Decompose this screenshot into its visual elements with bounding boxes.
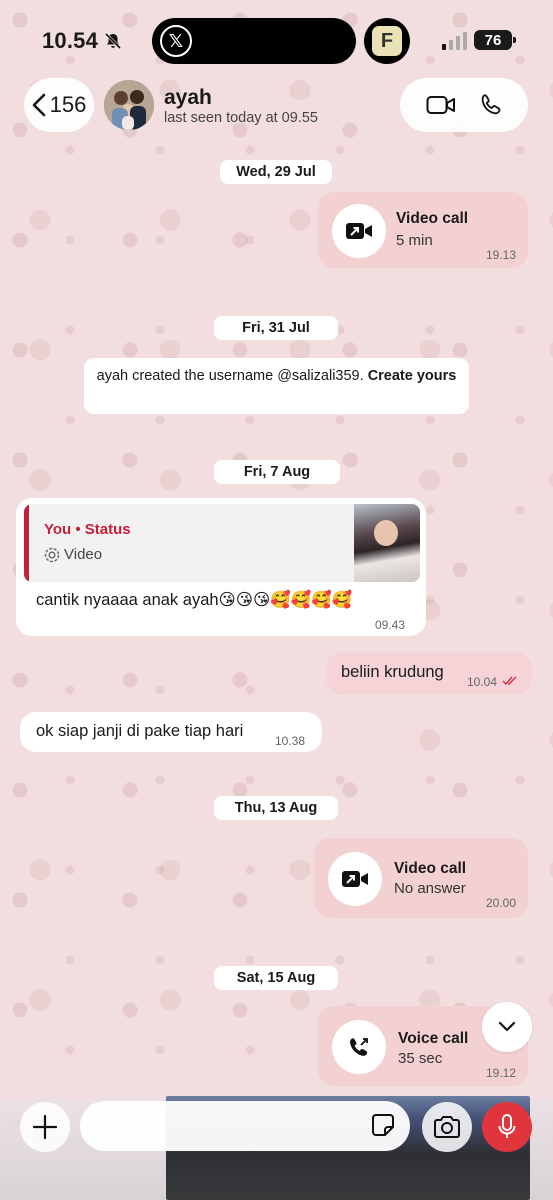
video-call-card[interactable]: Video call No answer 20.00 [314,838,528,918]
status-time: 10.54 [42,28,99,53]
message-time: 10.04 [467,675,498,689]
scroll-to-bottom-button[interactable] [482,1002,532,1052]
voice-call-outgoing-icon [350,1038,368,1056]
message-time: 20.00 [485,896,516,910]
date-chip: Thu, 13 Aug [214,796,338,820]
video-call-outgoing-icon [342,871,368,887]
call-duration: 5 min [396,232,433,249]
unread-count: 156 [49,92,87,117]
message-text: cantik nyaaaa anak ayah😘😘😘🥰🥰🥰🥰 [36,591,353,609]
date-chip: Sat, 15 Aug [214,966,338,990]
sticker-icon[interactable] [370,1112,396,1138]
message-time: 10.38 [275,734,306,748]
camera-icon [434,1116,460,1138]
signal-icon [442,32,467,50]
call-duration: 35 sec [398,1050,443,1067]
bell-muted-icon [104,32,122,50]
avatar-image [104,80,154,130]
call-icon-circle [328,852,382,906]
message-time: 19.13 [485,248,516,262]
voice-call-icon[interactable] [479,93,503,117]
message-time: 19.12 [485,1066,516,1080]
app-icon: F [372,26,402,56]
video-call-card[interactable]: Video call 5 min 19.13 [318,192,528,268]
call-title: Voice call [398,1030,469,1047]
call-actions [400,78,528,132]
status-icon [44,547,60,563]
camera-button[interactable] [422,1102,472,1152]
incoming-message-bubble[interactable]: ok siap janji di pake tiap hari 10.38 [20,712,322,752]
message-input[interactable] [80,1101,410,1151]
read-ticks-icon [502,676,517,686]
status-thumbnail [354,504,420,582]
date-chip: Wed, 29 Jul [220,160,332,184]
message-text: beliin krudung [341,663,444,681]
plus-icon [32,1114,58,1140]
system-notice: ayah created the username @salizali359. … [84,358,469,414]
call-status: No answer [394,880,466,897]
contact-name[interactable]: ayah [164,86,212,110]
quoted-status-reply[interactable]: You • Status Video [24,504,420,582]
date-chip: Fri, 31 Jul [214,316,338,340]
contact-avatar[interactable] [104,80,154,130]
call-icon-circle [332,204,386,258]
attach-button[interactable] [20,1102,70,1152]
last-seen-status: last seen today at 09.55 [164,110,318,126]
video-call-outgoing-icon [346,223,372,239]
call-icon-circle [332,1020,386,1074]
back-button[interactable]: 156 [24,78,94,132]
app-activity-pill: F [364,18,410,64]
outgoing-message-bubble[interactable]: beliin krudung 10.04 [326,652,532,694]
microphone-icon [498,1114,516,1138]
message-time: 09.43 [375,618,406,632]
quote-author: You • Status [44,521,131,538]
message-text: ok siap janji di pake tiap hari [36,722,244,740]
x-app-icon: 𝕏 [160,25,192,57]
chevron-left-icon [32,93,45,117]
chevron-down-icon [498,1021,516,1032]
call-title: Video call [396,210,469,227]
quote-type: Video [64,546,103,563]
create-username-link[interactable]: Create yours [368,368,457,384]
video-call-icon[interactable] [426,94,456,116]
call-title: Video call [394,860,467,877]
system-notice-text: ayah created the username @salizali359. [96,368,364,384]
quote-accent-bar [24,504,29,582]
status-bar: 10.54 𝕏 F 76 [0,0,553,80]
dynamic-island: 𝕏 [152,18,356,64]
voice-record-button[interactable] [482,1102,532,1152]
date-chip: Fri, 7 Aug [214,460,340,484]
battery-icon: 76 [474,30,516,50]
